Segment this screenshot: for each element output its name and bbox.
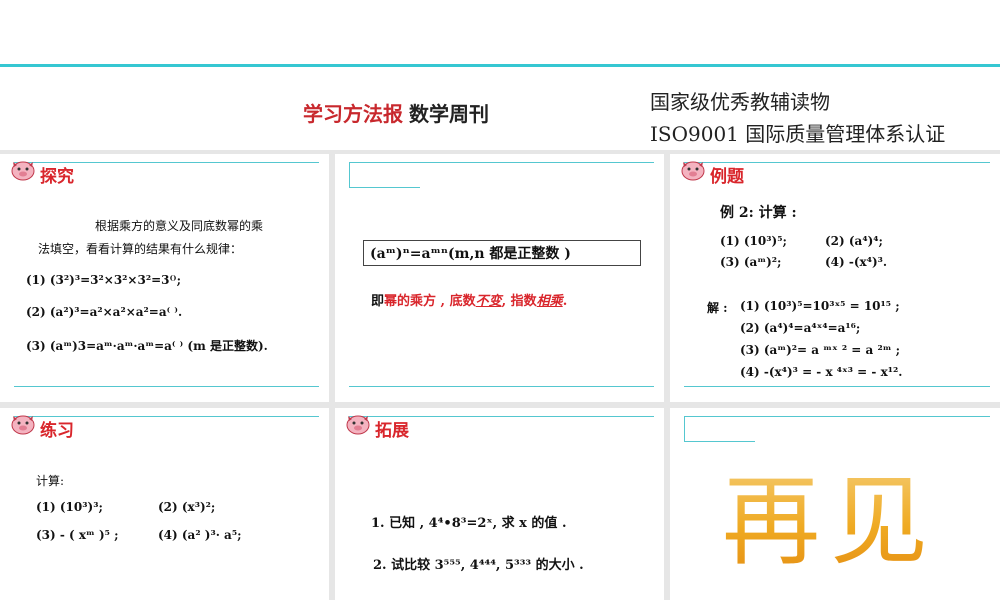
farewell-text: 再见 — [722, 442, 938, 584]
slide-bottom-line — [14, 386, 319, 387]
solution-3: (3) (aᵐ)²= a ᵐˣ ² = a ²ᵐ ; — [740, 343, 901, 357]
question-1: (1) (10³)⁵; — [720, 234, 787, 248]
top-band — [0, 0, 1000, 66]
pig-mascot-icon — [346, 415, 370, 435]
slide-rule[interactable]: (aᵐ)ⁿ=aᵐⁿ(m,n 都是正整数 ) 即幂的乘方 , 底数不变, 指数相乘… — [335, 154, 664, 402]
intro-line-2: 法填空，看看计算的结果有什么规律： — [38, 242, 243, 256]
power-rule-formula: (aᵐ)ⁿ=aᵐⁿ(m,n 都是正整数 ) — [363, 240, 641, 266]
rule-part-1: 幂的乘方 , 底数 — [384, 294, 476, 309]
slide-tab-frame — [684, 416, 755, 442]
rule-keyword-multiply: 相乘 — [536, 294, 563, 309]
solution-4: (4) -(x⁴)³ = - x ⁴ˣ³ = - x¹². — [740, 365, 903, 379]
question-4: (4) -(x⁴)³. — [825, 255, 888, 269]
slide-bottom-line — [349, 386, 654, 387]
pig-mascot-icon — [681, 161, 705, 181]
slide-tab-frame — [349, 162, 420, 188]
slide-label: 探究 — [40, 167, 74, 187]
pig-mascot-icon — [11, 161, 35, 181]
solution-1: (1) (10³)⁵=10³ˣ⁵ = 10¹⁵ ; — [740, 299, 900, 313]
slide-label: 练习 — [40, 421, 74, 441]
cert-line-2: ISO9001 国际质量管理体系认证 — [650, 122, 946, 146]
cert-line-1: 国家级优秀教辅读物 — [650, 90, 830, 114]
practice-3: (3) - ( xᵐ )⁵ ; — [36, 528, 119, 542]
slide-farewell[interactable]: 再见 — [670, 408, 1000, 600]
rule-prefix: 即 — [371, 294, 385, 309]
title-red-part: 学习方法报 — [303, 102, 403, 126]
practice-2: (2) (x³)²; — [158, 500, 216, 514]
practice-4: (4) (a² )³· a⁵; — [158, 528, 242, 542]
question-3: (3) (aᵐ)²; — [720, 255, 782, 269]
slide-practice[interactable]: 练习 计算: (1) (10³)³; (2) (x³)²; (3) - ( xᵐ… — [0, 408, 329, 600]
rule-part-2: , 指数 — [501, 294, 537, 309]
item3-prefix: (3) (aᵐ)3=aᵐ·aᵐ·aᵐ=a⁽ ⁾ (m — [26, 339, 210, 353]
exercise-item-2: (2) (a²)³=a²×a²×a²=a⁽ ⁾. — [26, 305, 183, 319]
rule-keyword-unchanged: 不变 — [475, 294, 502, 309]
slide-label: 例题 — [710, 167, 744, 187]
slide-label: 拓展 — [375, 421, 409, 441]
slide-bottom-line — [684, 386, 990, 387]
solution-2: (2) (a⁴)⁴=a⁴ˣ⁴=a¹⁶; — [740, 321, 861, 335]
extension-question-2: 2. 试比较 3⁵⁵⁵, 4⁴⁴⁴, 5³³³ 的大小 . — [373, 558, 584, 573]
example-title: 例 2: 计算 : — [720, 205, 797, 221]
pig-mascot-icon — [11, 415, 35, 435]
extension-question-1: 1. 已知 , 4⁴•8³=2ˣ, 求 x 的值 . — [371, 516, 567, 531]
item3-emphasis: 是正整数 — [209, 339, 258, 353]
exercise-item-3: (3) (aᵐ)3=aᵐ·aᵐ·aᵐ=a⁽ ⁾ (m 是正整数). — [26, 337, 268, 354]
exercise-item-1: (1) (3²)³=3²×3²×3²=3⁽⁾; — [26, 273, 182, 287]
item3-suffix: ). — [257, 339, 268, 353]
solution-label: 解 : — [707, 301, 728, 315]
slide-example[interactable]: 例题 例 2: 计算 : (1) (10³)⁵; (2) (a⁴)⁴; (3) … — [670, 154, 1000, 402]
slide-extension[interactable]: 拓展 1. 已知 , 4⁴•8³=2ˣ, 求 x 的值 . 2. 试比较 3⁵⁵… — [335, 408, 664, 600]
rule-end: . — [562, 294, 568, 309]
slide-explore[interactable]: 探究 根据乘方的意义及同底数幂的乘 法填空，看看计算的结果有什么规律： (1) … — [0, 154, 329, 402]
title-black-part: 数学周刊 — [409, 102, 489, 126]
publication-title: 学习方法报 数学周刊 — [303, 98, 489, 127]
power-rule-statement: 即幂的乘方 , 底数不变, 指数相乘. — [371, 290, 567, 309]
intro-line-1: 根据乘方的意义及同底数幂的乘 — [95, 219, 264, 233]
practice-heading: 计算: — [36, 474, 65, 488]
practice-1: (1) (10³)³; — [36, 500, 103, 514]
question-2: (2) (a⁴)⁴; — [825, 234, 883, 248]
